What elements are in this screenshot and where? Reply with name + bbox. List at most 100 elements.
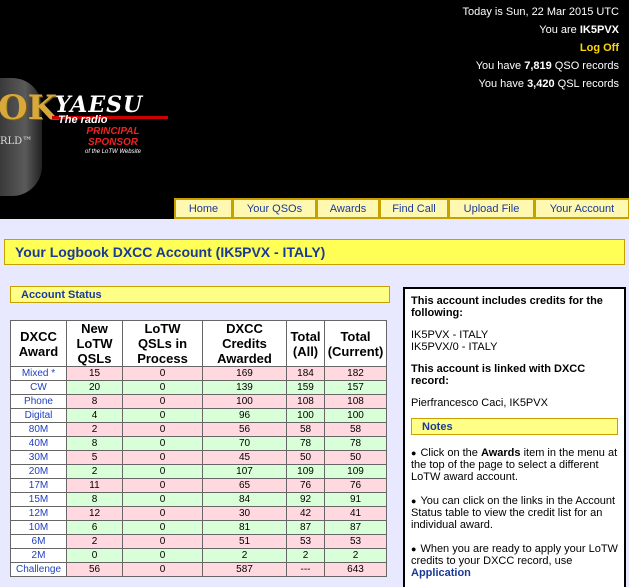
award-link[interactable]: 15M	[10, 492, 67, 507]
cell-awarded: 56	[202, 422, 287, 437]
note-1: ● Click on the Awards item in the menu at…	[411, 447, 618, 483]
award-link[interactable]: Mixed *	[10, 366, 67, 381]
cell-current: 76	[324, 478, 387, 493]
account-status-heading: Account Status	[10, 286, 390, 303]
you-are-line: You are IK5PVX	[539, 24, 619, 36]
nav-your-qsos[interactable]: Your QSOs	[232, 198, 316, 219]
cell-new: 11	[66, 478, 123, 493]
lotw-logo[interactable]: OK RLD™	[0, 78, 57, 196]
cell-new: 8	[66, 394, 123, 409]
credits-heading: This account includes credits for the fo…	[411, 295, 603, 319]
sponsor-subtext: of the LoTW Website	[85, 149, 141, 155]
table-row: 40M 8 0 70 78 78	[10, 436, 387, 451]
cell-all: 159	[286, 380, 325, 395]
cell-new: 12	[66, 506, 123, 521]
award-link[interactable]: 80M	[10, 422, 67, 437]
callsign: IK5PVX	[579, 24, 619, 36]
cell-current: 87	[324, 520, 387, 535]
award-link[interactable]: 40M	[10, 436, 67, 451]
cell-current: 58	[324, 422, 387, 437]
linked-record: Pierfrancesco Caci, IK5PVX	[411, 397, 548, 409]
cell-process: 0	[122, 492, 203, 507]
cell-current: 643	[324, 562, 387, 577]
account-info-panel: This account includes credits for the fo…	[403, 287, 626, 587]
column-header: DXCC Credits Awarded	[202, 320, 287, 367]
cell-awarded: 100	[202, 394, 287, 409]
award-link[interactable]: 12M	[10, 506, 67, 521]
award-link[interactable]: 10M	[10, 520, 67, 535]
cell-new: 8	[66, 492, 123, 507]
qso-count-line: You have 7,819 QSO records	[475, 60, 619, 72]
award-link[interactable]: Challenge	[10, 562, 67, 577]
award-link[interactable]: 20M	[10, 464, 67, 479]
table-header-row: DXCC Award New LoTW QSLs LoTW QSLs in Process DX…	[10, 320, 387, 367]
application-link[interactable]: Application	[411, 567, 471, 579]
table-row: CW 20 0 139 159 157	[10, 380, 387, 395]
cell-all: 53	[286, 534, 325, 549]
cell-new: 2	[66, 464, 123, 479]
cell-new: 8	[66, 436, 123, 451]
cell-all: ---	[286, 562, 325, 577]
qsl-count-line: You have 3,420 QSL records	[478, 78, 619, 90]
column-header: Total (All)	[286, 320, 325, 367]
cell-process: 0	[122, 380, 203, 395]
table-body: Mixed * 15 0 169 184 182 CW 20 0 139 159 157 Phone 8 0…	[10, 366, 387, 577]
column-header: DXCC Award	[10, 320, 67, 367]
award-link[interactable]: 17M	[10, 478, 67, 493]
cell-awarded: 2	[202, 548, 287, 563]
nav-home[interactable]: Home	[174, 198, 232, 219]
page-title: Your Logbook DXCC Account (IK5PVX - ITAL…	[15, 244, 326, 260]
table-row: Phone 8 0 100 108 108	[10, 394, 387, 409]
cell-all: 2	[286, 548, 325, 563]
cell-process: 0	[122, 478, 203, 493]
award-link[interactable]: 6M	[10, 534, 67, 549]
award-link[interactable]: 2M	[10, 548, 67, 563]
nav-awards[interactable]: Awards	[316, 198, 379, 219]
cell-process: 0	[122, 464, 203, 479]
user-info: Today is Sun, 22 Mar 2015 UTC You are IK…	[462, 3, 619, 93]
column-header: Total (Current)	[324, 320, 387, 367]
log-off-link[interactable]: Log Off	[580, 42, 619, 54]
cell-all: 92	[286, 492, 325, 507]
cell-process: 0	[122, 534, 203, 549]
cell-process: 0	[122, 394, 203, 409]
cell-current: 100	[324, 408, 387, 423]
page-title-bar: Your Logbook DXCC Account (IK5PVX - ITAL…	[4, 239, 625, 265]
table-row: 15M 8 0 84 92 91	[10, 492, 387, 507]
cell-new: 15	[66, 366, 123, 381]
table-row: 2M 0 0 2 2 2	[10, 548, 387, 563]
column-header: New LoTW QSLs	[66, 320, 123, 367]
award-link[interactable]: Digital	[10, 408, 67, 423]
cell-new: 0	[66, 548, 123, 563]
award-link[interactable]: CW	[10, 380, 67, 395]
notes-heading: Notes	[411, 418, 618, 435]
cell-all: 184	[286, 366, 325, 381]
column-header: LoTW QSLs in Process	[122, 320, 203, 367]
main-nav: Home Your QSOs Awards Find Call Upload File Y…	[174, 198, 629, 219]
account-status-table: DXCC Award New LoTW QSLs LoTW QSLs in Process DX…	[10, 320, 387, 577]
linked-heading: This account is linked with DXCC record:	[411, 363, 586, 387]
credit-call-1: IK5PVX - ITALY	[411, 329, 489, 341]
nav-find-call[interactable]: Find Call	[379, 198, 448, 219]
cell-current: 109	[324, 464, 387, 479]
award-link[interactable]: Phone	[10, 394, 67, 409]
cell-new: 20	[66, 380, 123, 395]
cell-process: 0	[122, 366, 203, 381]
cell-new: 6	[66, 520, 123, 535]
cell-process: 0	[122, 422, 203, 437]
cell-awarded: 45	[202, 450, 287, 465]
cell-all: 87	[286, 520, 325, 535]
cell-awarded: 96	[202, 408, 287, 423]
cell-current: 41	[324, 506, 387, 521]
cell-new: 2	[66, 422, 123, 437]
credit-call-2: IK5PVX/0 - ITALY	[411, 341, 498, 353]
bullet-icon: ●	[411, 448, 417, 458]
award-link[interactable]: 30M	[10, 450, 67, 465]
nav-upload-file[interactable]: Upload File	[448, 198, 534, 219]
cell-awarded: 81	[202, 520, 287, 535]
cell-current: 78	[324, 436, 387, 451]
nav-your-account[interactable]: Your Account	[534, 198, 629, 219]
qso-count: 7,819	[524, 60, 552, 72]
note-3: ● When you are ready to apply your LoTW c…	[411, 543, 618, 579]
cell-process: 0	[122, 408, 203, 423]
